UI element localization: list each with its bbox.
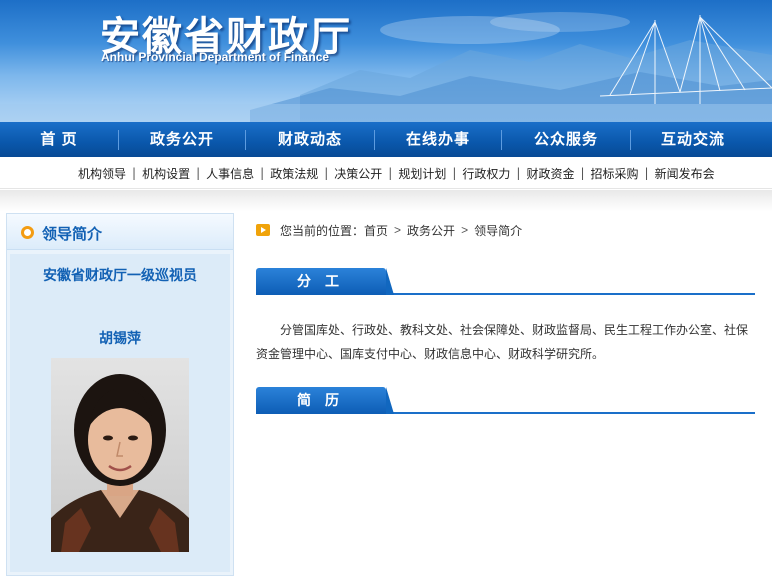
sub-nav-item-press[interactable]: 新闻发布会	[655, 165, 715, 182]
leader-sidebar: 领导简介 安徽省财政厅一级巡视员 胡锡萍	[6, 213, 234, 576]
sub-nav-divider: |	[196, 166, 201, 180]
sub-nav-divider: |	[452, 166, 457, 180]
sub-nav-divider: |	[132, 166, 137, 180]
sub-nav-divider: |	[324, 166, 329, 180]
location-arrow-icon	[256, 224, 270, 236]
breadcrumb-separator: >	[461, 223, 469, 237]
nav-item-online-service[interactable]: 在线办事	[375, 122, 501, 157]
sub-nav-item-funds[interactable]: 财政资金	[526, 165, 574, 182]
site-banner: 安徽省财政厅 Anhui Provincial Department of Fi…	[0, 0, 772, 122]
breadcrumb-prefix: 您当前的位置：	[280, 223, 365, 238]
leader-position: 安徽省财政厅一级巡视员	[43, 267, 197, 283]
duty-description: 分管国库处、行政处、教科文处、社会保障处、财政监督局、民生工程工作办公室、社保资…	[256, 323, 749, 361]
breadcrumb-home[interactable]: 首页	[364, 222, 388, 239]
resume-section-title: 简历	[256, 387, 394, 414]
sub-nav-divider: |	[580, 166, 585, 180]
sub-nav-divider: |	[516, 166, 521, 180]
sidebar-header: 领导简介	[7, 214, 233, 250]
portrait-image	[51, 358, 189, 552]
sub-nav-item-regulations[interactable]: 政策法规	[270, 165, 318, 182]
nav-item-interaction[interactable]: 互动交流	[631, 122, 755, 157]
leader-card: 安徽省财政厅一级巡视员 胡锡萍	[10, 254, 230, 572]
duty-section-header: 分工	[256, 268, 755, 295]
leader-portrait	[51, 358, 189, 552]
sub-nav-divider: |	[260, 166, 265, 180]
sub-nav-list: 机构领导 | 机构设置 | 人事信息 | 政策法规 | 决策公开 | 规划计划 …	[78, 157, 715, 189]
sub-nav-item-organization[interactable]: 机构设置	[142, 165, 190, 182]
sub-nav-divider: |	[644, 166, 649, 180]
bullet-circle-icon	[21, 226, 34, 239]
sub-nav: 机构领导 | 机构设置 | 人事信息 | 政策法规 | 决策公开 | 规划计划 …	[0, 157, 772, 189]
breadcrumb-separator: >	[394, 223, 402, 237]
sub-nav-item-leaders[interactable]: 机构领导	[78, 165, 126, 182]
divider-shadow	[0, 190, 772, 212]
nav-item-gov-affairs[interactable]: 政务公开	[119, 122, 245, 157]
sub-nav-item-decisions[interactable]: 决策公开	[334, 165, 382, 182]
duty-section-title: 分工	[256, 268, 394, 295]
sub-nav-item-planning[interactable]: 规划计划	[398, 165, 446, 182]
sidebar-title: 领导简介	[42, 226, 103, 243]
sub-nav-item-admin-power[interactable]: 行政权力	[462, 165, 510, 182]
sub-nav-divider: |	[388, 166, 393, 180]
nav-item-finance-news[interactable]: 财政动态	[246, 122, 374, 157]
breadcrumb: 您当前的位置： 首页 > 政务公开 > 领导简介	[256, 219, 756, 241]
breadcrumb-current: 领导简介	[474, 223, 523, 238]
main-nav: 首 页 政务公开 财政动态 在线办事 公众服务 互动交流	[0, 122, 772, 157]
site-subtitle: Anhui Provincial Department of Finance	[101, 50, 330, 64]
nav-item-public-service[interactable]: 公众服务	[502, 122, 630, 157]
nav-item-home[interactable]: 首 页	[0, 122, 118, 157]
breadcrumb-gov-affairs[interactable]: 政务公开	[407, 222, 455, 239]
sub-nav-item-personnel[interactable]: 人事信息	[206, 165, 254, 182]
leader-name: 胡锡萍	[99, 330, 141, 346]
resume-section-header: 简历	[256, 387, 755, 414]
sub-nav-item-procurement[interactable]: 招标采购	[591, 165, 639, 182]
